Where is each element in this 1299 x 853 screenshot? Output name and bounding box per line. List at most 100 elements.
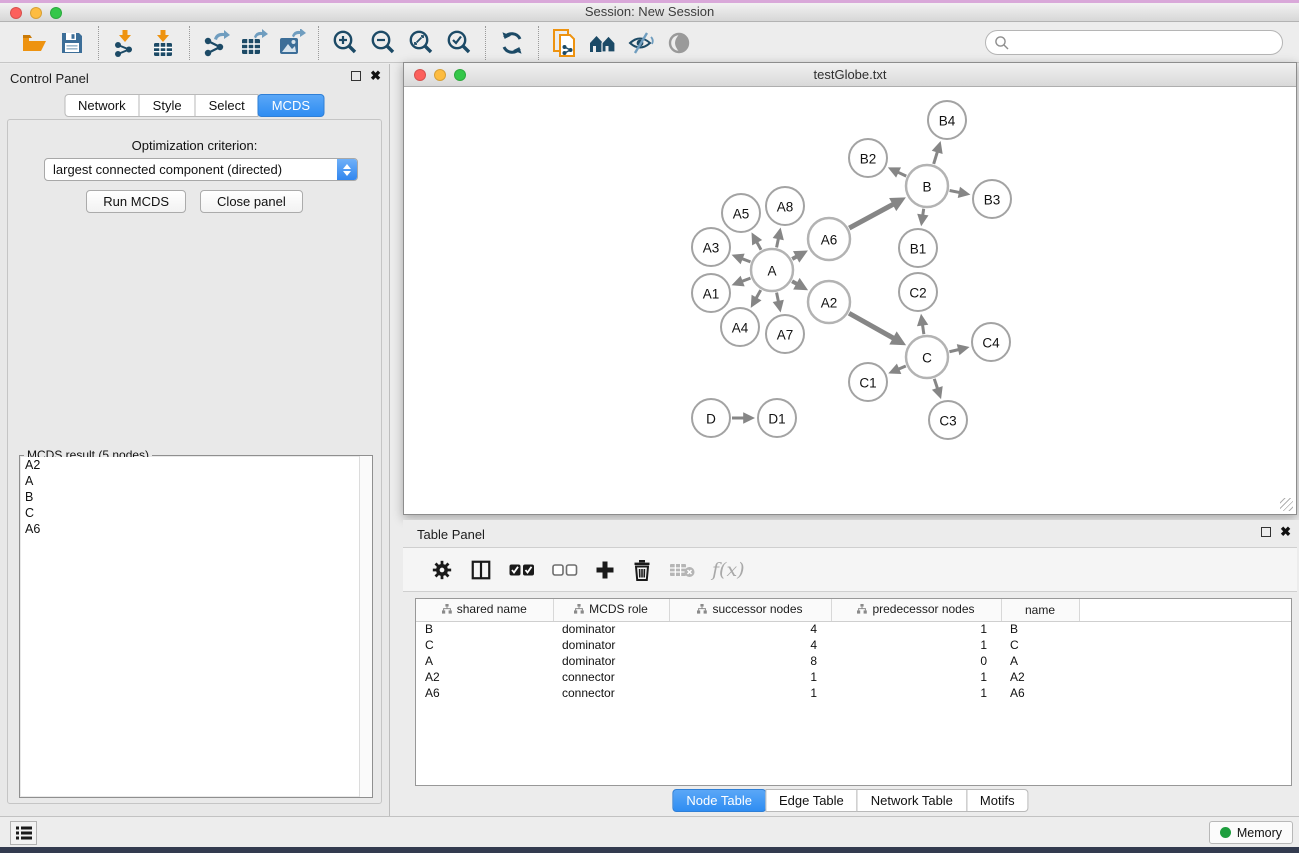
network-zoom-button[interactable]	[454, 69, 466, 81]
hide-details-button[interactable]	[622, 26, 660, 60]
graph-edge-C-C1[interactable]	[898, 366, 906, 369]
tab-edge-table[interactable]: Edge Table	[765, 789, 858, 812]
home-button[interactable]	[584, 26, 622, 60]
graph-node-label: A6	[821, 233, 838, 248]
graph-edge-A6-B[interactable]	[849, 204, 893, 228]
hierarchy-icon	[442, 603, 452, 617]
unselect-all-columns-button[interactable]	[552, 563, 578, 577]
graph-edge-C-C3[interactable]	[934, 379, 937, 389]
table-row[interactable]: Bdominator41B	[416, 621, 1291, 637]
graph-edge-B-B1[interactable]	[923, 209, 924, 216]
eye-icon	[666, 31, 692, 55]
zoom-fit-button[interactable]	[402, 26, 440, 60]
table-row[interactable]: Cdominator41C	[416, 637, 1291, 653]
table-settings-button[interactable]	[431, 559, 453, 581]
mcds-result-item[interactable]: C	[21, 505, 371, 521]
graph-edge-A-A8[interactable]	[777, 238, 779, 247]
show-column-button[interactable]	[470, 559, 492, 581]
mcds-result-item[interactable]: B	[21, 489, 371, 505]
import-table-button[interactable]	[144, 26, 182, 60]
network-minimize-button[interactable]	[434, 69, 446, 81]
close-panel-button[interactable]: Close panel	[200, 190, 303, 213]
export-network-button[interactable]	[197, 26, 235, 60]
optimization-criterion-label: Optimization criterion:	[8, 138, 381, 153]
column-header-successor-nodes[interactable]: successor nodes	[669, 599, 831, 621]
minimize-window-button[interactable]	[30, 7, 42, 19]
search-input[interactable]	[1010, 33, 1282, 53]
graph-edge-C-C2[interactable]	[922, 324, 923, 334]
zoom-in-button[interactable]	[326, 26, 364, 60]
clone-network-view-button[interactable]	[546, 26, 584, 60]
unchecked-boxes-icon	[552, 563, 578, 577]
graph-edge-A-A4[interactable]	[756, 290, 761, 298]
zoom-out-icon	[369, 29, 397, 57]
tab-network[interactable]: Network	[64, 94, 140, 117]
plus-icon	[595, 560, 615, 580]
graph-edge-B-B3[interactable]	[950, 191, 960, 193]
graph-edge-C-C4[interactable]	[949, 349, 959, 351]
close-panel-icon[interactable]: ✖	[370, 71, 381, 81]
show-details-button[interactable]	[660, 26, 698, 60]
optimization-criterion-select[interactable]: largest connected component (directed)	[44, 158, 358, 181]
export-table-button[interactable]	[235, 26, 273, 60]
create-column-button[interactable]	[595, 560, 615, 580]
mcds-result-list[interactable]: A2ABCA6	[21, 457, 371, 796]
resize-grip[interactable]	[1280, 498, 1293, 511]
close-table-panel-icon[interactable]: ✖	[1280, 527, 1291, 537]
table-row[interactable]: Adominator80A	[416, 653, 1291, 669]
graph-edge-A-A5[interactable]	[757, 242, 761, 250]
hierarchy-icon	[697, 603, 707, 617]
mcds-result-item[interactable]: A6	[21, 521, 371, 537]
zoom-out-button[interactable]	[364, 26, 402, 60]
float-table-panel-icon[interactable]	[1261, 527, 1271, 537]
mcds-result-scrollbar[interactable]	[359, 456, 372, 797]
graph-edge-A-A3[interactable]	[742, 259, 751, 262]
memory-label: Memory	[1237, 826, 1282, 840]
tab-style[interactable]: Style	[139, 94, 196, 117]
function-builder-button[interactable]: f(x)	[712, 559, 745, 581]
graph-edge-A2-C[interactable]	[849, 313, 894, 338]
select-all-columns-button[interactable]	[509, 563, 535, 577]
run-mcds-button[interactable]: Run MCDS	[86, 190, 186, 213]
tab-mcds[interactable]: MCDS	[258, 94, 324, 117]
column-header-name[interactable]: name	[1001, 599, 1079, 621]
network-canvas[interactable]: B4B2BB3A8A5A6A3B1AC2A1A2A4A7C4CC1DD1C3	[406, 88, 1294, 512]
tab-network-table[interactable]: Network Table	[857, 789, 967, 812]
network-graph[interactable]: B4B2BB3A8A5A6A3B1AC2A1A2A4A7C4CC1DD1C3	[406, 88, 1296, 512]
float-panel-icon[interactable]	[351, 71, 361, 81]
graph-edge-A-A7[interactable]	[777, 293, 779, 302]
tab-node-table[interactable]: Node Table	[672, 789, 766, 812]
column-header-shared-name[interactable]: shared name	[416, 599, 553, 621]
table-row[interactable]: A2connector11A2	[416, 669, 1291, 685]
graph-node-label: B2	[860, 152, 877, 167]
memory-button[interactable]: Memory	[1209, 821, 1293, 844]
graph-edge-A-A1[interactable]	[742, 278, 751, 281]
show-task-history-button[interactable]	[10, 821, 37, 845]
refresh-button[interactable]	[493, 26, 531, 60]
graph-node-label: D	[706, 412, 716, 427]
delete-columns-button[interactable]	[632, 559, 652, 581]
graph-arrowhead	[773, 300, 784, 313]
save-session-button[interactable]	[53, 26, 91, 60]
network-close-button[interactable]	[414, 69, 426, 81]
zoom-selected-button[interactable]	[440, 26, 478, 60]
mcds-result-item[interactable]: A	[21, 473, 371, 489]
table-row[interactable]: A6connector11A6	[416, 685, 1291, 701]
mcds-result-item[interactable]: A2	[21, 457, 371, 473]
graph-arrowhead	[743, 412, 755, 423]
graph-node-label: A1	[703, 287, 720, 302]
column-header-predecessor-nodes[interactable]: predecessor nodes	[831, 599, 1001, 621]
delete-table-button[interactable]	[669, 561, 695, 579]
open-session-button[interactable]	[15, 26, 53, 60]
graph-edge-B-B2[interactable]	[898, 172, 907, 176]
tab-motifs[interactable]: Motifs	[966, 789, 1029, 812]
column-header-mcds-role[interactable]: MCDS role	[553, 599, 669, 621]
network-window-titlebar[interactable]: testGlobe.txt	[404, 63, 1296, 87]
import-network-button[interactable]	[106, 26, 144, 60]
zoom-window-button[interactable]	[50, 7, 62, 19]
search-field[interactable]	[985, 30, 1283, 55]
graph-edge-B-B4[interactable]	[934, 151, 938, 164]
export-image-button[interactable]	[273, 26, 311, 60]
close-window-button[interactable]	[10, 7, 22, 19]
tab-select[interactable]: Select	[195, 94, 259, 117]
